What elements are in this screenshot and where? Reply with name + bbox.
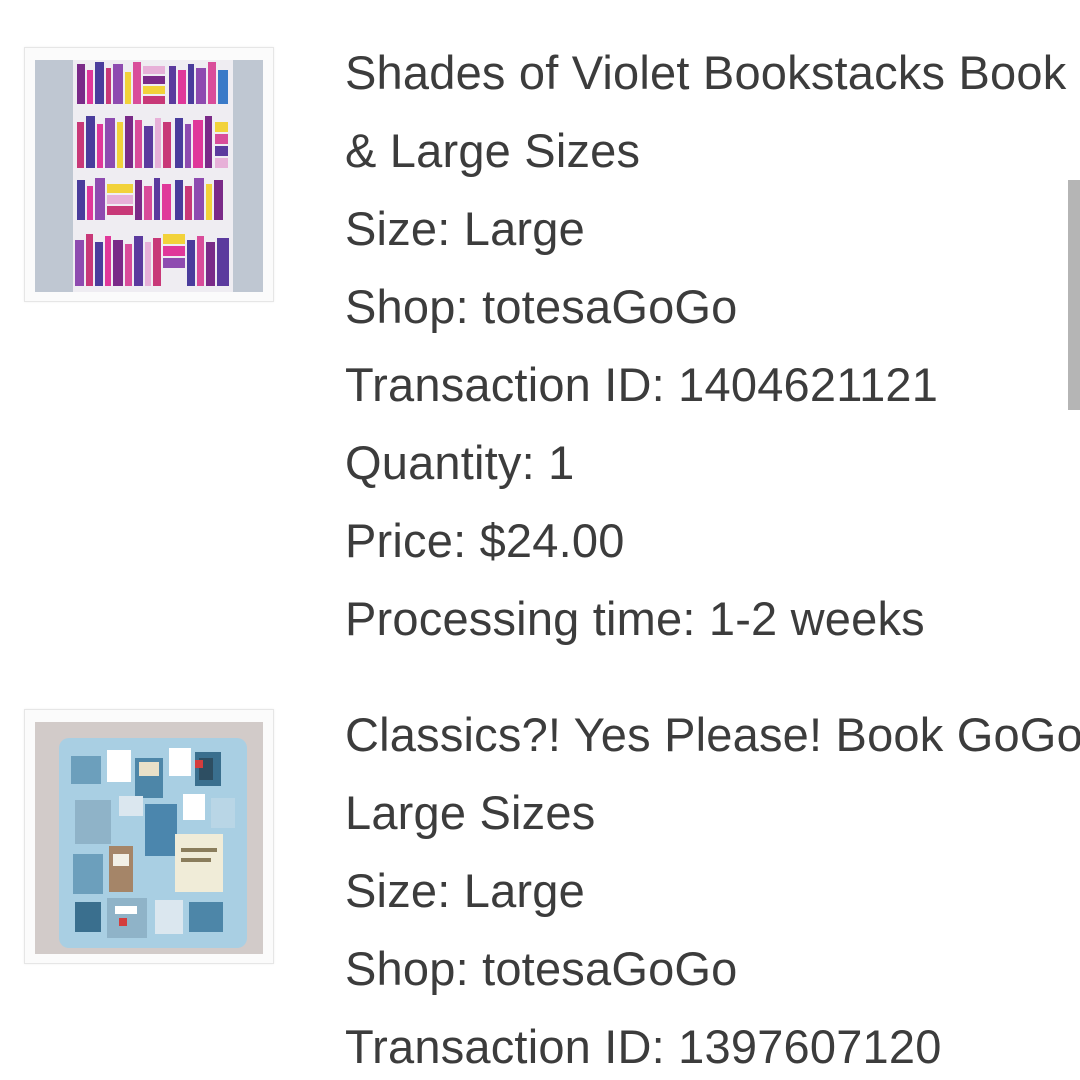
transaction-id-text: Transaction ID: 1397607120 <box>345 1020 942 1073</box>
quantity-text: Quantity: 1 <box>345 436 575 489</box>
processing-time-text: Processing time: 1-2 weeks <box>345 592 925 645</box>
bookstacks-image <box>35 60 263 292</box>
transaction-id-text: Transaction ID: 1404621121 <box>345 358 939 411</box>
size-text: Size: Large <box>345 202 585 255</box>
shop-text: Shop: totesaGoGo <box>345 280 738 333</box>
shop-text: Shop: totesaGoGo <box>345 942 738 995</box>
product-thumbnail[interactable] <box>24 47 274 302</box>
product-title-line-2[interactable]: Large Sizes <box>345 774 1080 852</box>
scrollbar-thumb[interactable] <box>1068 180 1080 410</box>
product-title-line-1[interactable]: Classics?! Yes Please! Book GoGo - Small… <box>345 696 1080 774</box>
size-text: Size: Large <box>345 864 585 917</box>
classics-image <box>35 722 263 954</box>
price-text: Price: $24.00 <box>345 514 625 567</box>
product-title-line-2[interactable]: & Large Sizes <box>345 112 1080 190</box>
product-thumbnail[interactable] <box>24 709 274 964</box>
product-title-line-1[interactable]: Shades of Violet Bookstacks Book GoGo - … <box>345 34 1080 112</box>
order-details: Classics?! Yes Please! Book GoGo - Small… <box>345 696 1080 1080</box>
order-details: Shades of Violet Bookstacks Book GoGo - … <box>345 34 1080 658</box>
